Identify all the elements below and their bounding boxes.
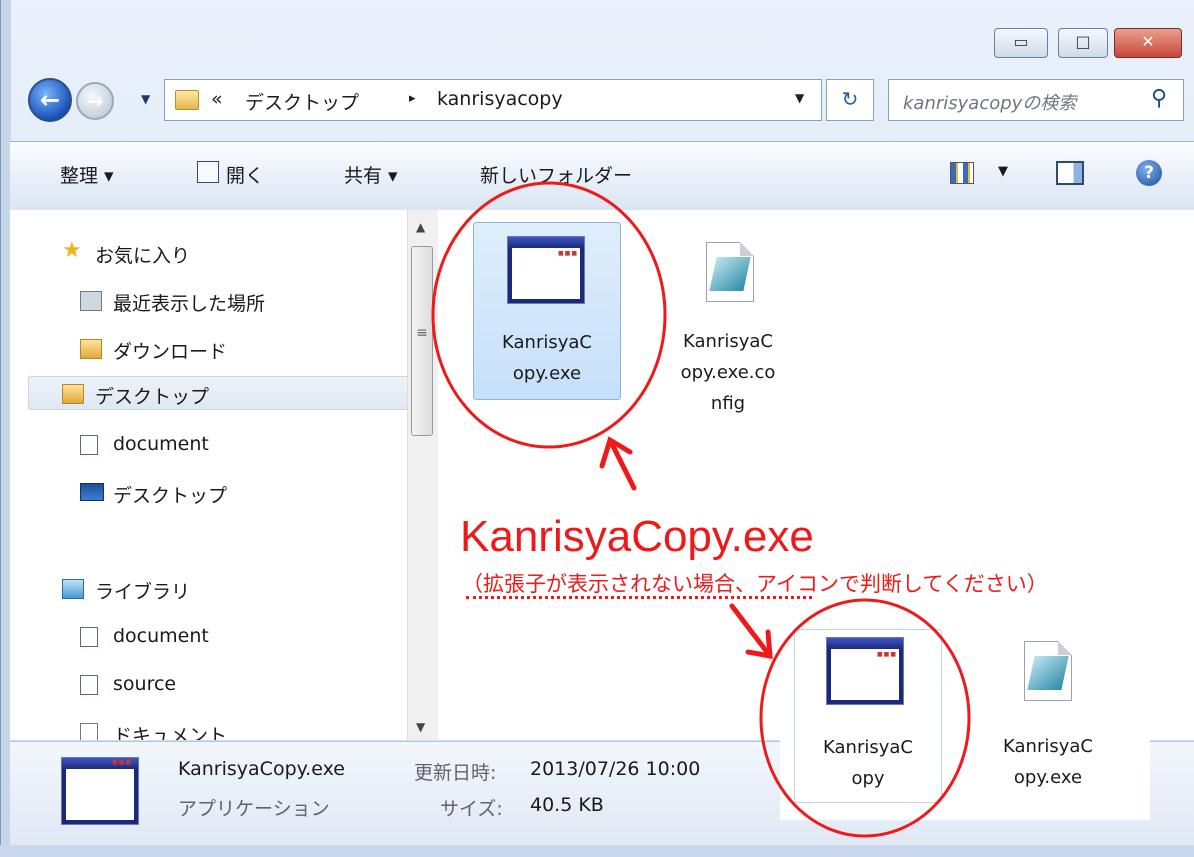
annotation-overlay-inset: [759, 598, 971, 838]
explorer-window: ▭ □ ✕ ← → ▼ « デスクトップ ▸ kanrisyacopy ▼ ↻ …: [0, 0, 1194, 857]
highlight-circle-inset: [759, 598, 971, 838]
